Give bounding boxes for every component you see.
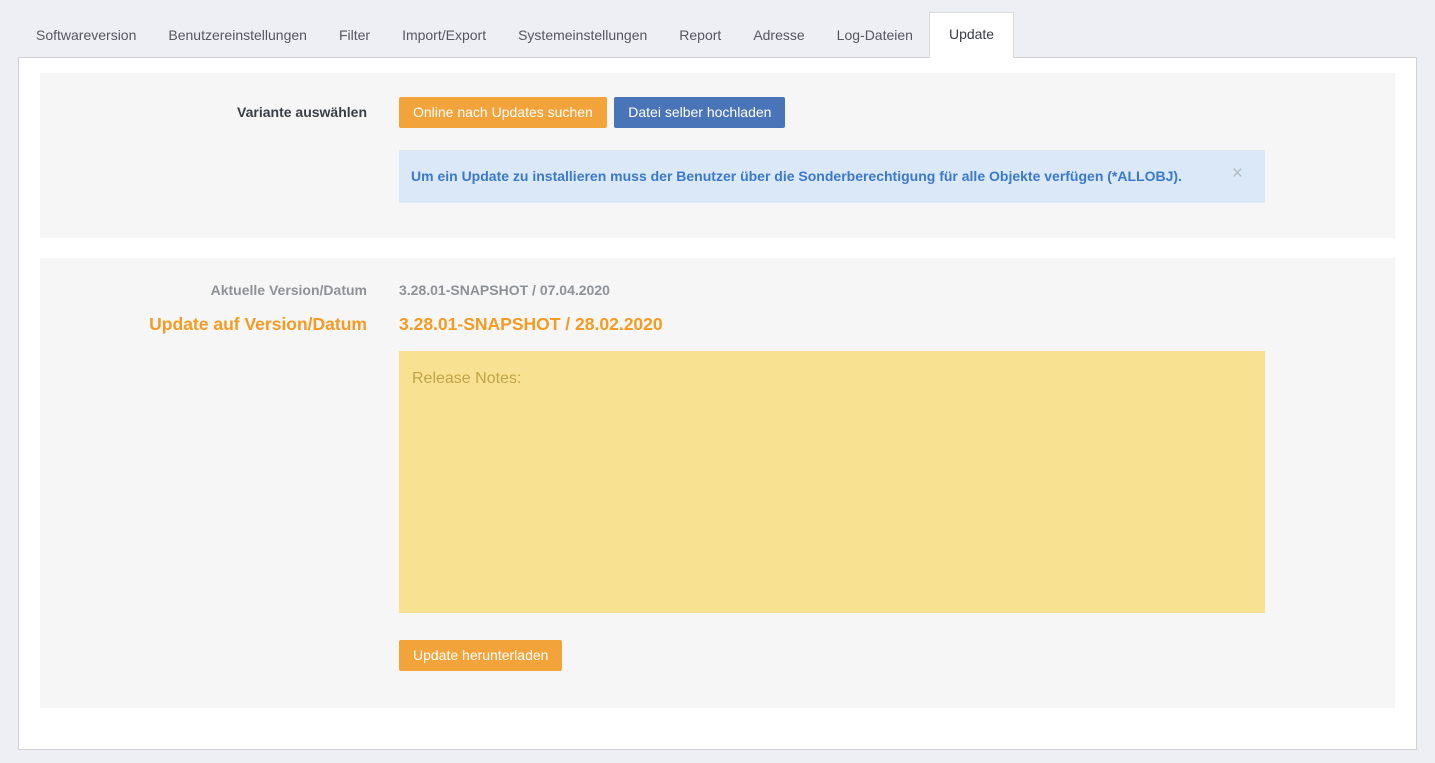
tab-systemeinstellungen[interactable]: Systemeinstellungen	[502, 14, 663, 57]
variant-button-group: Online nach Updates suchen Datei selber …	[399, 97, 1395, 128]
tab-import-export[interactable]: Import/Export	[386, 14, 502, 57]
allobj-permission-alert: Um ein Update zu installieren muss der B…	[399, 150, 1265, 203]
tab-update[interactable]: Update	[929, 12, 1014, 58]
tab-filter[interactable]: Filter	[323, 14, 386, 57]
tab-report[interactable]: Report	[663, 14, 737, 57]
tab-adresse[interactable]: Adresse	[737, 14, 820, 57]
variant-select-label: Variante auswählen	[237, 104, 367, 120]
settings-tab-bar: Softwareversion Benutzereinstellungen Fi…	[0, 0, 1435, 57]
upload-file-button[interactable]: Datei selber hochladen	[614, 97, 785, 128]
update-version-row: Update auf Version/Datum 3.28.01-SNAPSHO…	[40, 314, 1395, 335]
online-update-search-button[interactable]: Online nach Updates suchen	[399, 97, 607, 128]
close-icon[interactable]: ×	[1232, 164, 1243, 183]
update-version-value: 3.28.01-SNAPSHOT / 28.02.2020	[399, 314, 1395, 335]
update-version-panel: Aktuelle Version/Datum 3.28.01-SNAPSHOT …	[40, 258, 1395, 708]
tab-benutzereinstellungen[interactable]: Benutzereinstellungen	[152, 14, 323, 57]
current-version-value: 3.28.01-SNAPSHOT / 07.04.2020	[399, 282, 1395, 298]
variant-select-panel: Variante auswählen Online nach Updates s…	[40, 73, 1395, 238]
update-version-label: Update auf Version/Datum	[40, 314, 367, 335]
current-version-label: Aktuelle Version/Datum	[40, 282, 367, 298]
variant-select-row: Variante auswählen Online nach Updates s…	[40, 97, 1395, 203]
release-notes-textarea[interactable]: Release Notes:	[399, 351, 1265, 613]
allobj-permission-alert-text: Um ein Update zu installieren muss der B…	[411, 168, 1182, 184]
update-tab-content: Variante auswählen Online nach Updates s…	[18, 57, 1417, 750]
current-version-row: Aktuelle Version/Datum 3.28.01-SNAPSHOT …	[40, 282, 1395, 298]
release-notes-row: Release Notes: Update herunterladen	[40, 335, 1395, 671]
tab-log-dateien[interactable]: Log-Dateien	[821, 14, 929, 57]
download-update-button[interactable]: Update herunterladen	[399, 640, 562, 671]
tab-softwareversion[interactable]: Softwareversion	[20, 14, 152, 57]
